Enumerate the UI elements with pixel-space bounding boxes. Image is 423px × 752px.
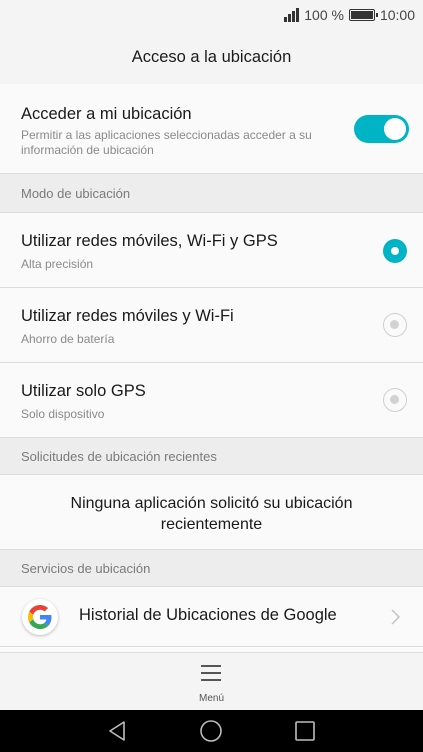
app-header: Acceso a la ubicación (0, 30, 423, 84)
status-bar: 100 % 10:00 (0, 0, 423, 30)
mode-option-high-accuracy[interactable]: Utilizar redes móviles, Wi-Fi y GPS Alta… (0, 213, 423, 288)
section-header-label: Modo de ubicación (21, 186, 131, 201)
section-header-recent: Solicitudes de ubicación recientes (0, 438, 423, 475)
page-title: Acceso a la ubicación (131, 47, 292, 66)
status-time: 10:00 (379, 7, 415, 23)
toggle-knob (384, 118, 406, 140)
bottom-menu[interactable]: Menú (0, 652, 423, 710)
service-item-label: Historial de Ubicaciones de Google (79, 606, 337, 624)
settings-list: Acceder a mi ubicación Permitir a las ap… (0, 84, 423, 647)
empty-message: Ninguna aplicación solicitó su ubicación… (70, 495, 353, 533)
mode-option-subtitle: Alta precisión (21, 257, 94, 271)
section-header-services: Servicios de ubicación (0, 550, 423, 587)
location-access-subtitle: Permitir a las aplicaciones seleccionada… (21, 128, 312, 157)
navigation-bar (0, 710, 423, 752)
section-header-label: Solicitudes de ubicación recientes (21, 449, 217, 464)
chevron-right-icon (391, 609, 401, 625)
menu-icon[interactable] (201, 665, 221, 681)
google-icon (22, 599, 58, 635)
mode-option-title: Utilizar redes móviles, Wi-Fi y GPS (21, 232, 278, 250)
section-header-label: Servicios de ubicación (21, 561, 151, 576)
recent-requests-empty: Ninguna aplicación solicitó su ubicación… (0, 475, 423, 550)
mode-option-title: Utilizar redes móviles y Wi-Fi (21, 307, 234, 325)
radio-device-only[interactable] (383, 388, 407, 412)
mode-option-subtitle: Ahorro de batería (21, 332, 115, 346)
menu-label[interactable]: Menú (0, 693, 423, 704)
radio-high-accuracy[interactable] (383, 239, 407, 263)
radio-battery-saving[interactable] (383, 313, 407, 337)
location-access-row[interactable]: Acceder a mi ubicación Permitir a las ap… (0, 84, 423, 174)
location-access-title: Acceder a mi ubicación (21, 105, 192, 123)
status-indicators: 100 % 10:00 (284, 6, 415, 24)
home-icon[interactable] (199, 719, 223, 743)
mode-option-battery-saving[interactable]: Utilizar redes móviles y Wi-Fi Ahorro de… (0, 288, 423, 363)
battery-percent: 100 % (304, 7, 344, 23)
back-icon[interactable] (105, 719, 129, 743)
mode-option-device-only[interactable]: Utilizar solo GPS Solo dispositivo (0, 363, 423, 438)
service-item-google-location-history[interactable]: Historial de Ubicaciones de Google (0, 587, 423, 647)
recents-icon[interactable] (293, 719, 317, 743)
mode-option-title: Utilizar solo GPS (21, 382, 146, 400)
mode-option-subtitle: Solo dispositivo (21, 407, 105, 421)
section-header-mode: Modo de ubicación (0, 174, 423, 213)
signal-icon (284, 8, 300, 22)
battery-icon (348, 9, 378, 21)
location-access-toggle[interactable] (354, 115, 409, 143)
